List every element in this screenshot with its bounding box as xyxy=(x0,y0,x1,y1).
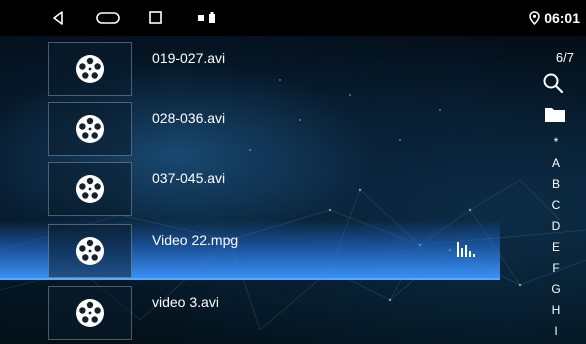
film-reel-icon xyxy=(76,55,104,83)
location-icon xyxy=(529,11,540,25)
video-thumbnail xyxy=(48,42,132,96)
recent-apps-icon[interactable] xyxy=(149,11,162,24)
file-name: 028-036.avi xyxy=(152,110,226,126)
video-thumbnail xyxy=(48,162,132,216)
index-letter-c[interactable]: C xyxy=(530,195,582,216)
index-letter-a[interactable]: A xyxy=(530,153,582,174)
home-icon[interactable] xyxy=(96,12,120,24)
list-item[interactable]: 037-045.avi xyxy=(0,158,500,216)
video-thumbnail xyxy=(48,286,132,340)
video-thumbnail xyxy=(48,102,132,156)
file-name: 037-045.avi xyxy=(152,170,226,186)
sd-card-icon xyxy=(198,15,204,21)
film-reel-icon xyxy=(76,175,104,203)
clock: 06:01 xyxy=(544,10,580,26)
film-reel-icon xyxy=(76,237,104,265)
index-letter-f[interactable]: F xyxy=(530,258,582,279)
index-letter-star[interactable]: * xyxy=(530,132,582,153)
index-letter-i[interactable]: I xyxy=(530,321,582,342)
battery-icon xyxy=(209,14,215,23)
file-name: Video 22.mpg xyxy=(152,232,239,248)
file-name: video 3.avi xyxy=(152,294,219,310)
index-letter-d[interactable]: D xyxy=(530,216,582,237)
list-item[interactable]: 028-036.avi xyxy=(0,98,500,156)
back-icon[interactable] xyxy=(50,10,66,26)
index-letter-h[interactable]: H xyxy=(530,300,582,321)
list-item[interactable]: video 3.avi xyxy=(0,282,500,340)
search-icon[interactable] xyxy=(542,72,564,94)
film-reel-icon xyxy=(76,115,104,143)
equalizer-icon xyxy=(457,242,475,257)
status-right: 06:01 xyxy=(529,10,580,26)
list-item-selected[interactable]: Video 22.mpg xyxy=(0,220,500,280)
page-indicator: 6/7 xyxy=(555,50,574,65)
file-name: 019-027.avi xyxy=(152,50,226,66)
video-thumbnail xyxy=(48,224,132,278)
folder-icon[interactable] xyxy=(544,105,566,123)
index-letter-e[interactable]: E xyxy=(530,237,582,258)
index-letter-g[interactable]: G xyxy=(530,279,582,300)
sd-card-battery-icons xyxy=(198,12,215,23)
side-index-panel: 6/7 * A B C D E F G H I xyxy=(530,36,586,344)
alphabet-index: * A B C D E F G H I xyxy=(530,132,582,342)
status-bar: 06:01 xyxy=(0,0,586,36)
list-item[interactable]: 019-027.avi xyxy=(0,38,500,96)
film-reel-icon xyxy=(76,299,104,327)
index-letter-b[interactable]: B xyxy=(530,174,582,195)
